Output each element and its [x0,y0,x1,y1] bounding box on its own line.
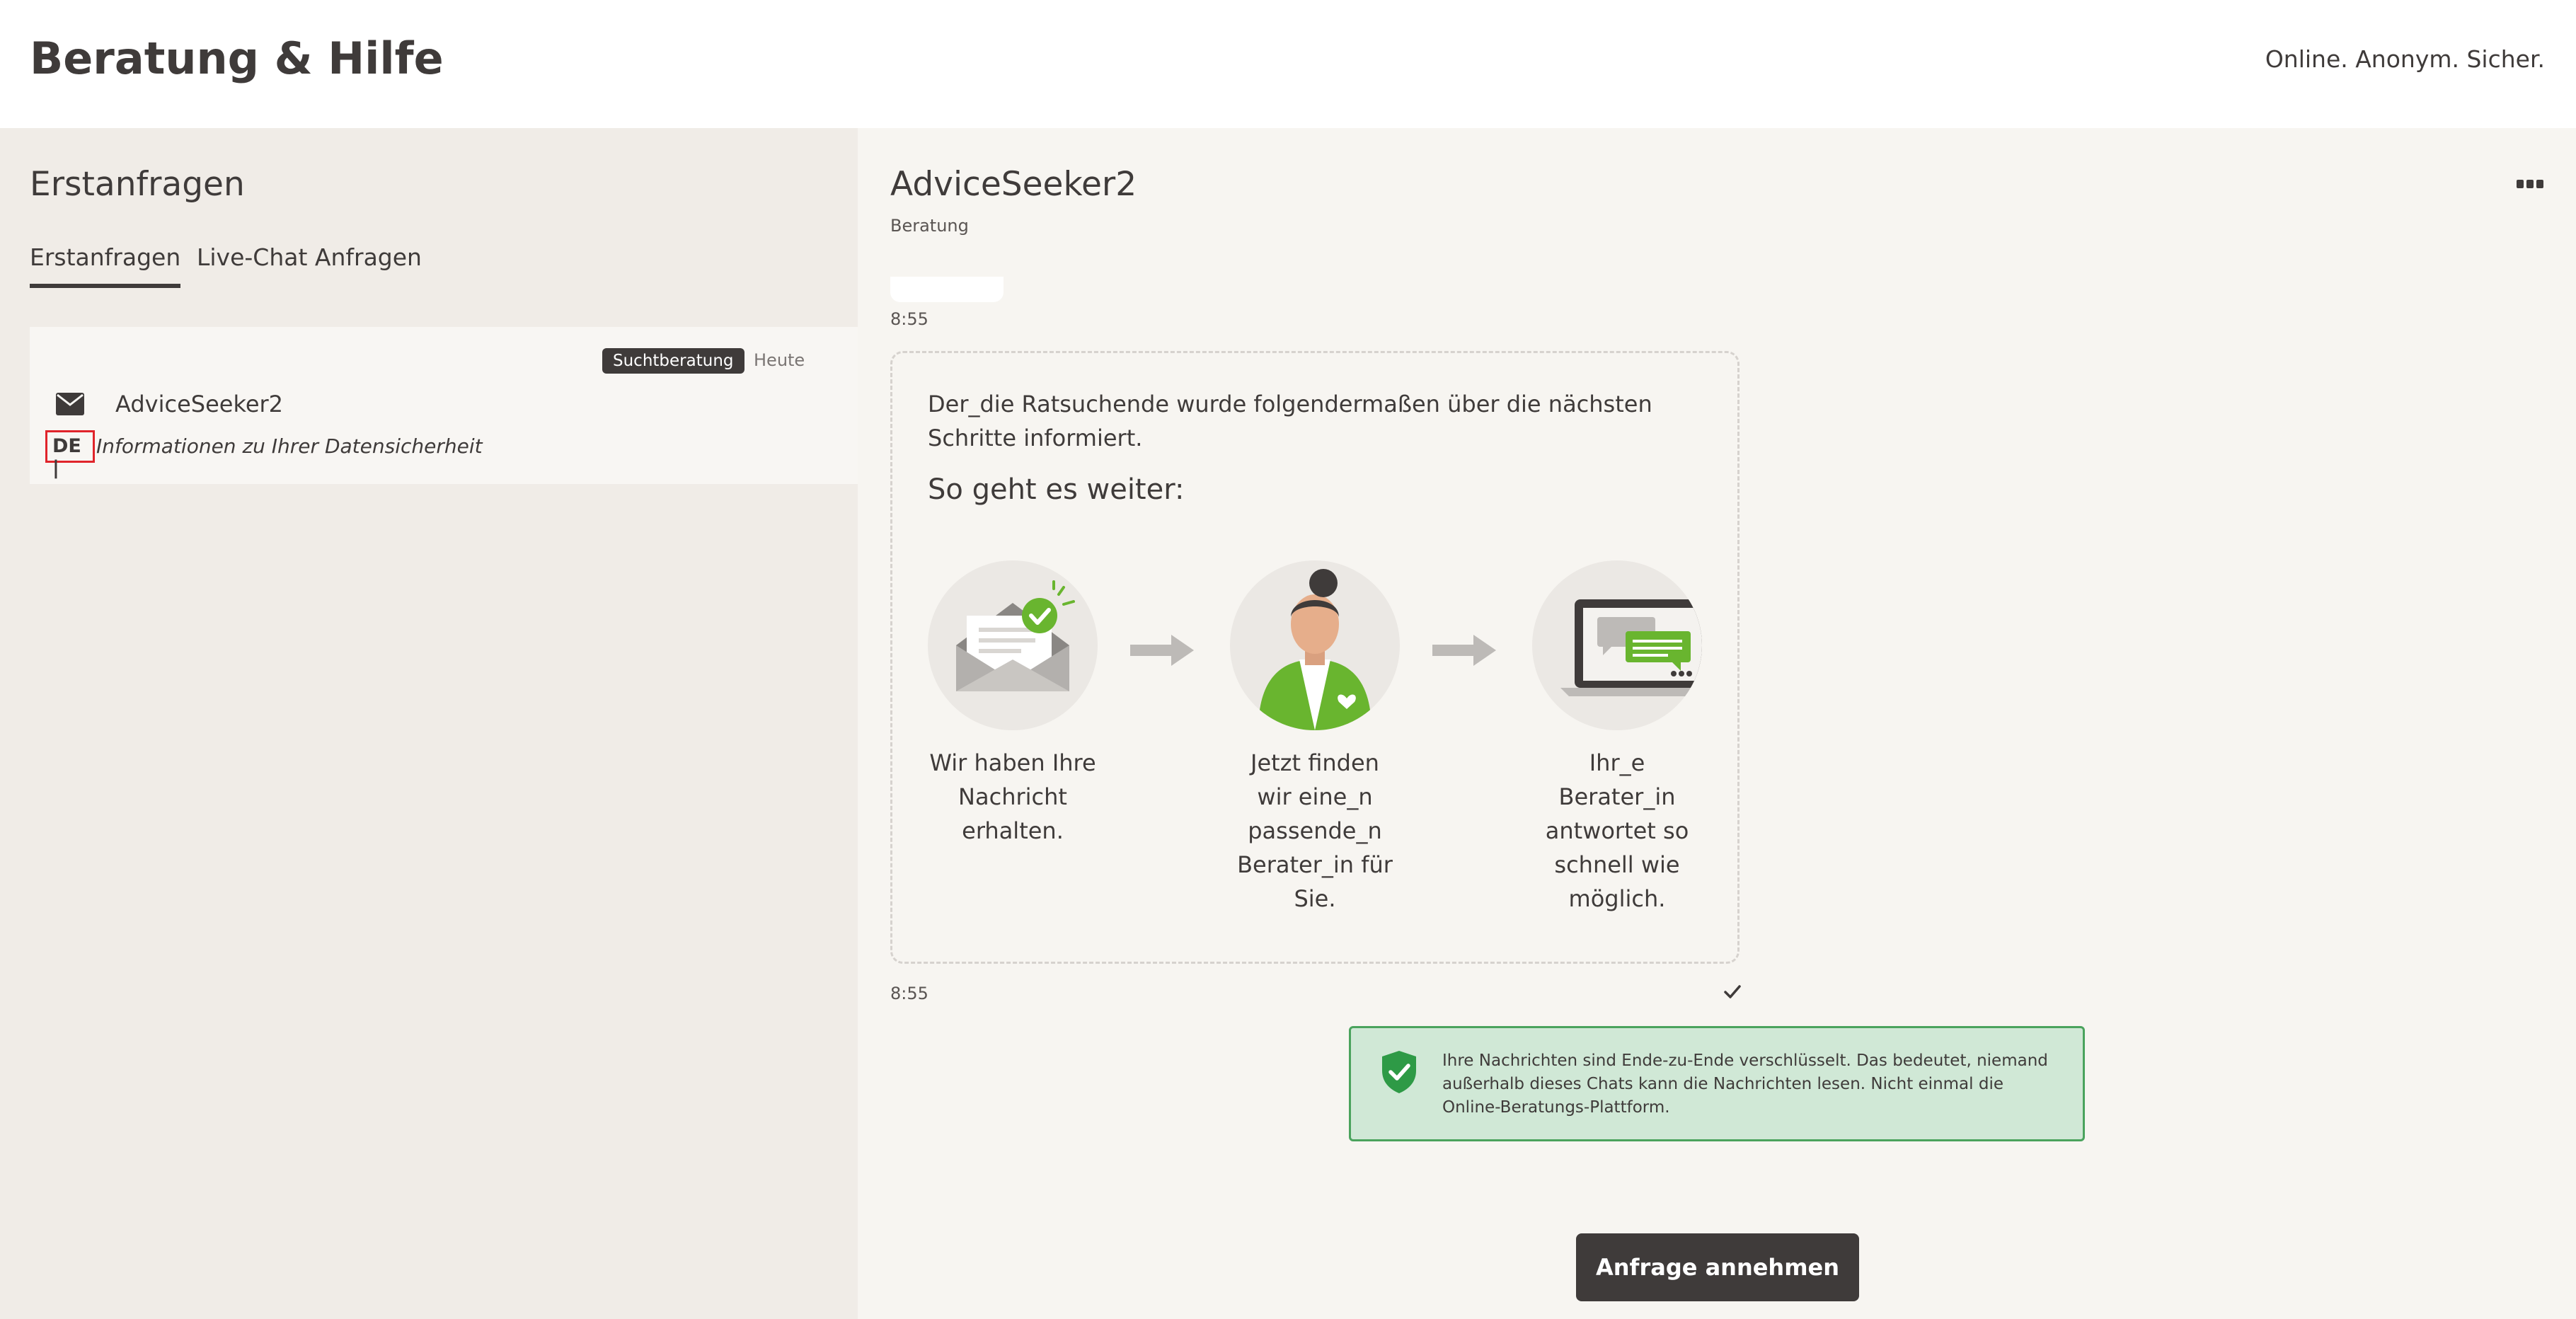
encryption-notice-text: Ihre Nachrichten sind Ende-zu-Ende versc… [1442,1052,2048,1117]
checkmark-icon [1723,983,1742,1001]
topic-badge: Suchtberatung [602,348,744,374]
message-time: 8:55 [890,309,928,329]
accept-request-button[interactable]: Anfrage annehmen [1576,1233,1859,1301]
arrow-right-icon [1432,635,1496,666]
envelope-icon [56,393,84,415]
session-list-item[interactable]: Suchtberatung Heute AdviceSeeker2 DE | I… [30,327,858,484]
shield-check-icon [1379,1049,1419,1095]
encryption-notice: Ihre Nachrichten sind Ende-zu-Ende versc… [1349,1026,2085,1141]
tab-live-chat-anfragen[interactable]: Live-Chat Anfragen [197,243,422,271]
more-options-icon[interactable] [2517,178,2543,188]
app-header: Beratung & Hilfe Online. Anonym. Sicher. [0,0,2576,128]
chat-panel: AdviceSeeker2 Beratung 8:55 Der_die Rats… [858,128,2576,1319]
header-claim: Online. Anonym. Sicher. [2265,45,2545,73]
session-date: Heute [754,350,805,370]
envelope-check-icon [928,560,1098,730]
session-username: AdviceSeeker2 [115,391,284,417]
language-tag: DE | [45,430,95,479]
counselor-icon [1230,560,1400,730]
sidebar-title: Erstanfragen [30,165,245,204]
tab-erstanfragen[interactable]: Erstanfragen [30,243,181,288]
next-steps-message: Der_die Ratsuchende wurde folgendermaßen… [890,351,1740,964]
sidebar: Erstanfragen Erstanfragen Live-Chat Anfr… [0,128,858,1319]
next-steps-intro: Der_die Ratsuchende wurde folgendermaßen… [928,391,1652,451]
brand-title: Beratung & Hilfe [30,33,444,84]
laptop-chat-icon [1532,560,1702,730]
message-time: 8:55 [890,984,928,1003]
next-steps-heading: So geht es weiter: [928,473,1185,506]
arrow-right-icon [1130,635,1194,666]
session-subject: Informationen zu Ihrer Datensicherheit [96,434,483,458]
session-subtitle: Beratung [890,216,969,236]
step-text-1: Wir haben Ihre Nachricht erhalten. [929,749,1096,844]
message-bubble [890,277,1004,302]
session-title: AdviceSeeker2 [890,165,1137,204]
step-text-2: Jetzt finden wir eine_n passende_n Berat… [1237,749,1393,912]
step-text-3: Ihr_e Berater_in antwortet so schnell wi… [1545,749,1689,912]
